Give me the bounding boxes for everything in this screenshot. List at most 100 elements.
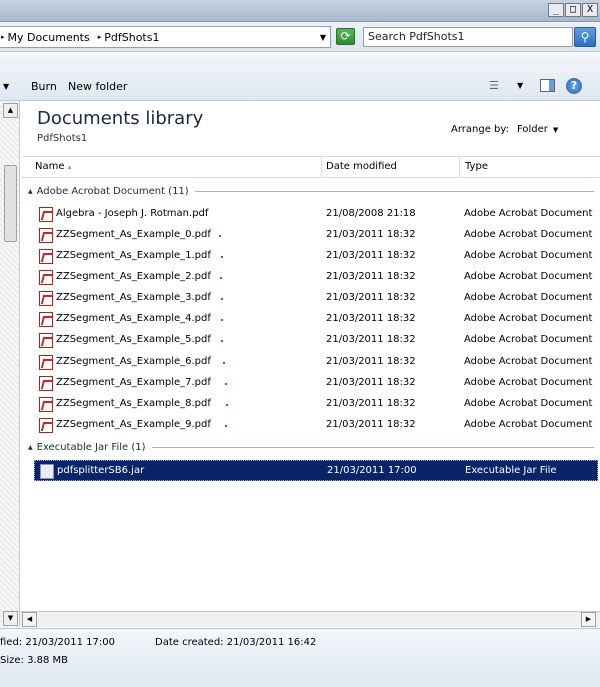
- address-row: ▸ My Documents ▸ PdfShots1 ▼ ⟳ Search Pd…: [0, 22, 600, 52]
- arrange-by-control[interactable]: Arrange by: Folder ▼: [451, 124, 558, 135]
- column-headers: Name ▴ Date modified Type: [22, 156, 600, 178]
- marker-dot: [219, 235, 221, 237]
- date-modified-label: fied:: [0, 637, 23, 648]
- file-name: pdfsplitterSB6.jar: [57, 465, 145, 476]
- collapse-triangle-icon[interactable]: ▲: [28, 188, 33, 195]
- list-item[interactable]: ZZSegment_As_Example_9.pdf 21/03/2011 18:…: [34, 415, 598, 436]
- list-item[interactable]: ZZSegment_As_Example_4.pdf 21/03/2011 18:…: [34, 309, 598, 330]
- search-input[interactable]: Search PdfShots1: [363, 27, 573, 47]
- chevron-down-icon[interactable]: ▼: [517, 81, 523, 90]
- chevron-right-icon[interactable]: ▸: [98, 33, 102, 41]
- breadcrumb-my-documents[interactable]: ▸ My Documents: [1, 31, 90, 44]
- arrange-by-value[interactable]: Folder: [517, 124, 548, 135]
- pdf-file-icon: [39, 270, 53, 285]
- size-field: Size: 3.88 MB: [0, 655, 68, 666]
- breadcrumb-pdfshots1[interactable]: ▸ PdfShots1: [98, 31, 160, 44]
- file-type: Adobe Acrobat Document: [464, 419, 593, 430]
- pdf-file-icon: [39, 291, 53, 306]
- file-date: 21/03/2011 18:32: [326, 356, 416, 367]
- list-item[interactable]: ZZSegment_As_Example_8.pdf 21/03/2011 18:…: [34, 394, 598, 415]
- file-name: ZZSegment_As_Example_2.pdf: [56, 271, 211, 282]
- group-label: Adobe Acrobat Document (11): [36, 186, 189, 197]
- column-type[interactable]: Type: [465, 161, 488, 172]
- file-date: 21/08/2008 21:18: [326, 208, 416, 219]
- file-name: ZZSegment_As_Example_8.pdf: [56, 398, 211, 409]
- pdf-file-icon: [39, 397, 53, 412]
- list-item[interactable]: ZZSegment_As_Example_0.pdf 21/03/2011 18:…: [34, 225, 598, 246]
- search-icon[interactable]: ⚲: [574, 27, 596, 47]
- chevron-down-icon[interactable]: ▼: [3, 82, 9, 91]
- new-folder-button[interactable]: New folder: [68, 80, 127, 93]
- file-type: Adobe Acrobat Document: [464, 292, 593, 303]
- marker-dot: [225, 383, 227, 385]
- date-modified-value: 21/03/2011 17:00: [25, 637, 115, 648]
- collapse-triangle-icon[interactable]: ▲: [28, 444, 33, 451]
- library-subtitle: PdfShots1: [37, 133, 88, 144]
- vertical-scrollbar-thumb[interactable]: [4, 165, 17, 242]
- window-controls: _ □ X: [548, 3, 598, 17]
- column-divider[interactable]: [321, 157, 322, 178]
- scroll-right-arrow-icon[interactable]: ▶: [581, 612, 596, 627]
- scroll-down-arrow-icon[interactable]: ▼: [3, 611, 18, 626]
- breadcrumb-label: My Documents: [7, 30, 90, 44]
- title-bar: _ □ X: [0, 0, 600, 22]
- file-type: Adobe Acrobat Document: [464, 377, 593, 388]
- marker-dot: [221, 340, 223, 342]
- jar-file-icon: [40, 464, 54, 479]
- list-item[interactable]: ZZSegment_As_Example_5.pdf 21/03/2011 18:…: [34, 330, 598, 351]
- command-bar: ▼ Burn New folder ☰ ▼ ?: [0, 53, 600, 101]
- column-divider[interactable]: [459, 157, 460, 178]
- column-date-modified[interactable]: Date modified: [326, 161, 397, 172]
- file-date: 21/03/2011 18:32: [326, 419, 416, 430]
- file-date: 21/03/2011 18:32: [326, 377, 416, 388]
- group-divider: [194, 191, 594, 192]
- group-header-jar[interactable]: ▲ Executable Jar File (1): [28, 442, 594, 453]
- pdf-file-icon: [39, 207, 53, 222]
- scroll-up-arrow-icon[interactable]: ▲: [3, 103, 18, 118]
- pdf-file-icon: [39, 228, 53, 243]
- pdf-file-icon: [39, 418, 53, 433]
- group-header-pdf[interactable]: ▲ Adobe Acrobat Document (11): [28, 186, 594, 197]
- maximize-button[interactable]: □: [565, 3, 581, 17]
- list-item[interactable]: ZZSegment_As_Example_7.pdf 21/03/2011 18:…: [34, 373, 598, 394]
- refresh-icon[interactable]: ⟳: [336, 28, 355, 45]
- file-date: 21/03/2011 18:32: [326, 271, 416, 282]
- file-name: ZZSegment_As_Example_3.pdf: [56, 292, 211, 303]
- breadcrumb-label: PdfShots1: [104, 30, 160, 44]
- pdf-file-icon: [39, 355, 53, 370]
- list-item[interactable]: ZZSegment_As_Example_6.pdf 21/03/2011 18:…: [34, 352, 598, 373]
- list-item-selected[interactable]: pdfsplitterSB6.jar 21/03/2011 17:00 Execut…: [34, 460, 598, 481]
- file-date: 21/03/2011 18:32: [326, 229, 416, 240]
- list-item[interactable]: ZZSegment_As_Example_3.pdf 21/03/2011 18:…: [34, 288, 598, 309]
- burn-button[interactable]: Burn: [31, 80, 57, 93]
- horizontal-scrollbar[interactable]: ◀ ▶: [20, 611, 600, 627]
- column-name[interactable]: Name ▴: [35, 161, 71, 172]
- views-icon[interactable]: ☰: [489, 79, 499, 92]
- preview-pane-icon[interactable]: [540, 79, 555, 92]
- pdf-file-icon: [39, 376, 53, 391]
- file-name: ZZSegment_As_Example_7.pdf: [56, 377, 211, 388]
- help-icon[interactable]: ?: [566, 78, 582, 94]
- close-button[interactable]: X: [582, 3, 598, 17]
- scroll-left-arrow-icon[interactable]: ◀: [22, 612, 37, 627]
- minimize-button[interactable]: _: [548, 3, 564, 17]
- file-date: 21/03/2011 18:32: [326, 398, 416, 409]
- file-type: Adobe Acrobat Document: [464, 398, 593, 409]
- marker-dot: [221, 319, 223, 321]
- list-item[interactable]: Algebra - Joseph J. Rotman.pdf 21/08/2008…: [34, 204, 598, 225]
- chevron-down-icon[interactable]: ▼: [553, 126, 558, 134]
- chevron-down-icon[interactable]: ▼: [320, 33, 326, 42]
- column-name-label: Name: [35, 161, 65, 172]
- list-item[interactable]: ZZSegment_As_Example_2.pdf 21/03/2011 18:…: [34, 267, 598, 288]
- address-bar[interactable]: ▸ My Documents ▸ PdfShots1 ▼: [0, 26, 331, 48]
- marker-dot: [221, 298, 223, 300]
- file-type: Adobe Acrobat Document: [464, 334, 593, 345]
- marker-dot: [221, 256, 223, 258]
- date-created-field: Date created: 21/03/2011 16:42: [155, 637, 316, 648]
- file-type: Adobe Acrobat Document: [464, 229, 593, 240]
- list-item[interactable]: ZZSegment_As_Example_1.pdf 21/03/2011 18:…: [34, 246, 598, 267]
- file-type: Adobe Acrobat Document: [464, 250, 593, 261]
- size-label: Size:: [0, 655, 24, 666]
- chevron-right-icon[interactable]: ▸: [1, 33, 5, 41]
- file-date: 21/03/2011 18:32: [326, 334, 416, 345]
